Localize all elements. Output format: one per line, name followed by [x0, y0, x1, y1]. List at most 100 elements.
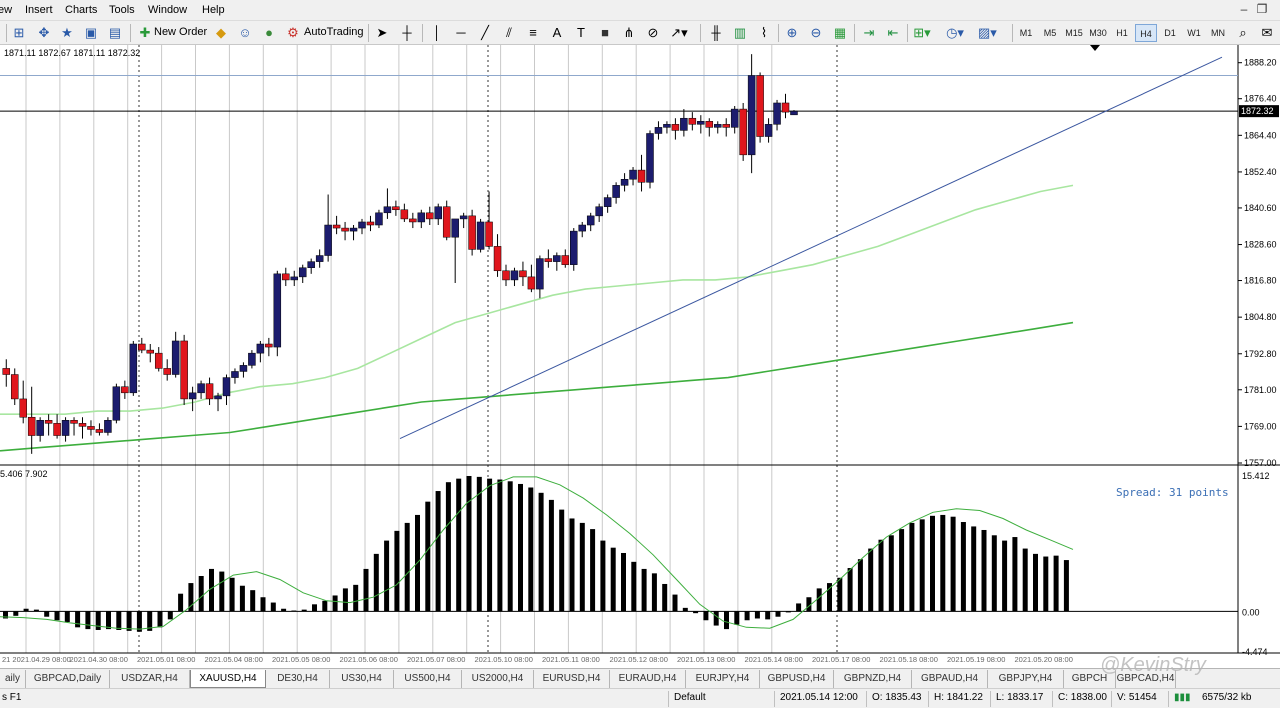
menu-bar: ew Insert Charts Tools Window Help – ❐	[0, 0, 1280, 21]
time-tick-label: 2021.05.19 08:00	[947, 655, 1005, 664]
timeframe-d1[interactable]: D1	[1159, 24, 1181, 42]
candle-bear	[2, 368, 11, 375]
restore-icon[interactable]: ❐	[1255, 2, 1269, 16]
new-order-button[interactable]: New Order	[154, 26, 207, 38]
timeframe-m30[interactable]: M30	[1087, 24, 1109, 42]
candle-bear	[205, 383, 214, 400]
current-price-label: 1872.32	[1241, 106, 1274, 116]
tab-us500-h4[interactable]: US500,H4	[394, 670, 462, 688]
candlestick-chart-icon[interactable]: ▥	[731, 24, 749, 42]
timeframe-m15[interactable]: M15	[1063, 24, 1085, 42]
text-icon[interactable]: A	[548, 24, 566, 42]
tab-us2000-h4[interactable]: US2000,H4	[462, 670, 534, 688]
new-chart-icon[interactable]: ⊞	[10, 24, 28, 42]
globe-icon[interactable]: ●	[260, 24, 278, 42]
tab-gbpusd-h4[interactable]: GBPUSD,H4	[760, 670, 834, 688]
search-icon[interactable]: ⌕	[1234, 24, 1252, 42]
chart-window[interactable]: 1888.20 1876.40 1864.40 1852.40 1840.60 1828.…	[0, 45, 1280, 668]
tab-xauusd-h4[interactable]: XAUUSD,H4	[190, 670, 266, 688]
tab-aily[interactable]: aily	[0, 670, 26, 688]
timeframe-m1[interactable]: M1	[1015, 24, 1037, 42]
gold-bars-icon[interactable]: ◆	[212, 24, 230, 42]
equidistant-channel-icon[interactable]: ⫽	[500, 24, 518, 42]
periods-icon[interactable]: ◷▾	[946, 24, 964, 42]
autotrading-icon[interactable]: ⚙	[284, 24, 302, 42]
menu-tools[interactable]: Tools	[109, 4, 135, 16]
candle-bull	[646, 133, 654, 183]
terminal-icon[interactable]: ▤	[106, 24, 124, 42]
gann-icon[interactable]: ⊘	[644, 24, 662, 42]
moving-average-fast	[0, 184, 1074, 415]
tab-us30-h4[interactable]: US30,H4	[330, 670, 394, 688]
menu-view[interactable]: ew	[0, 4, 12, 16]
menu-insert[interactable]: Insert	[25, 4, 53, 16]
macd-bar	[13, 611, 19, 616]
new-order-icon[interactable]: ✚	[136, 24, 154, 42]
crosshair-icon[interactable]: ┼	[398, 24, 416, 42]
candle-bear	[87, 426, 95, 430]
macd-bar	[528, 487, 534, 612]
tab-gbpcad-daily[interactable]: GBPCAD,Daily	[26, 670, 110, 688]
indicators-icon[interactable]: ⊞▾	[913, 24, 931, 42]
price-tick-label: 1864.40	[1244, 130, 1277, 140]
arrows-dropdown-icon[interactable]: ↗▾	[670, 24, 688, 42]
bar-chart-icon[interactable]: ╫	[707, 24, 725, 42]
trendline-icon[interactable]: ╱	[476, 24, 494, 42]
macd-bar	[312, 604, 317, 612]
time-tick-label: 2021.05.11 08:00	[542, 655, 600, 664]
menu-charts[interactable]: Charts	[65, 4, 97, 16]
timeframe-mn[interactable]: MN	[1207, 24, 1229, 42]
macd-bar	[662, 583, 668, 612]
timeframe-w1[interactable]: W1	[1183, 24, 1205, 42]
candle-bull	[273, 273, 282, 348]
candle-bull	[375, 212, 383, 226]
zoom-in-icon[interactable]: ⊕	[783, 24, 801, 42]
text-label-icon[interactable]: T	[572, 24, 590, 42]
candle-bull	[214, 395, 222, 400]
navigator-icon[interactable]: ▣	[82, 24, 100, 42]
menu-help[interactable]: Help	[202, 4, 225, 16]
chart-canvas[interactable]: 1888.20 1876.40 1864.40 1852.40 1840.60 1828.…	[0, 45, 1280, 668]
grid-lines	[25, 45, 838, 653]
menu-window[interactable]: Window	[148, 4, 187, 16]
timeframe-h4[interactable]: H4	[1135, 24, 1157, 42]
autoscroll-icon[interactable]: ⇥	[860, 24, 878, 42]
macd-bar	[621, 552, 626, 612]
crosshair-target-icon[interactable]: ✥	[35, 24, 53, 42]
tab-euraud-h4[interactable]: EURAUD,H4	[610, 670, 686, 688]
tab-eurusd-h4[interactable]: EURUSD,H4	[534, 670, 610, 688]
candle-bear	[519, 270, 527, 278]
fibonacci-icon[interactable]: ≡	[524, 24, 542, 42]
andrews-pitchfork-icon[interactable]: ⋔	[620, 24, 638, 42]
candle-bull	[773, 102, 781, 125]
zoom-out-icon[interactable]: ⊖	[807, 24, 825, 42]
timeframe-h1[interactable]: H1	[1111, 24, 1133, 42]
tab-gbpnzd-h4[interactable]: GBPNZD,H4	[834, 670, 912, 688]
minimize-icon[interactable]: –	[1237, 2, 1251, 16]
vertical-line-icon[interactable]: │	[428, 24, 446, 42]
chat-icon[interactable]: ✉	[1258, 24, 1276, 42]
templates-icon[interactable]: ▨▾	[978, 24, 997, 42]
timeframe-m5[interactable]: M5	[1039, 24, 1061, 42]
line-chart-icon[interactable]: ⌇	[755, 24, 773, 42]
macd-bar	[85, 611, 91, 630]
macd-bar	[538, 492, 544, 612]
tile-windows-icon[interactable]: ▦	[831, 24, 849, 42]
status-bar: s F1 Default 2021.05.14 12:00 O: 1835.43…	[0, 688, 1280, 708]
candle-bull	[476, 221, 485, 250]
tab-gbpaud-h4[interactable]: GBPAUD,H4	[912, 670, 988, 688]
tab-usdzar-h4[interactable]: USDZAR,H4	[110, 670, 190, 688]
signals-icon[interactable]: ☺	[236, 24, 254, 42]
autotrading-button[interactable]: AutoTrading	[304, 26, 364, 38]
macd-bar	[641, 568, 647, 612]
tab-gbpjpy-h4[interactable]: GBPJPY,H4	[988, 670, 1064, 688]
tab-eurjpy-h4[interactable]: EURJPY,H4	[686, 670, 760, 688]
market-watch-icon[interactable]: ★	[58, 24, 76, 42]
horizontal-line-icon[interactable]: ─	[452, 24, 470, 42]
chart-shift-icon[interactable]: ⇤	[884, 24, 902, 42]
status-separator	[1052, 691, 1053, 707]
macd-bar	[1022, 548, 1028, 612]
cursor-icon[interactable]: ➤	[373, 24, 391, 42]
rectangle-icon[interactable]: ■	[596, 24, 614, 42]
tab-de30-h4[interactable]: DE30,H4	[266, 670, 330, 688]
